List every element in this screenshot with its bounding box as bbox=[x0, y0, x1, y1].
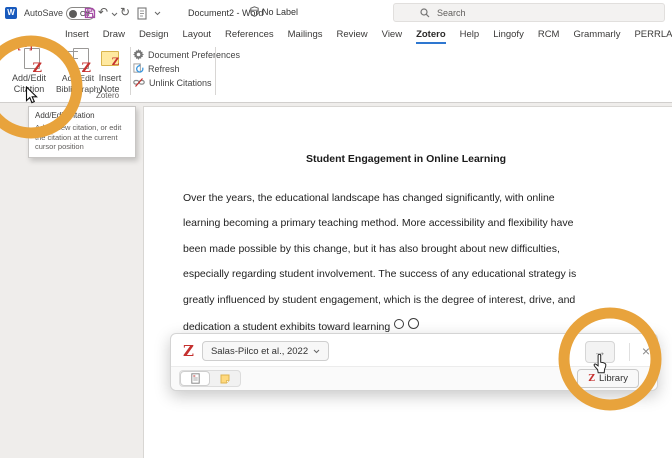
zotero-library-icon: Z bbox=[588, 374, 595, 384]
ribbon-zotero: [-] Z Add/Edit Citation Z Add/Edit Bibli… bbox=[0, 44, 672, 103]
insert-note-label-1: Insert bbox=[92, 73, 128, 84]
citation-dialog-toolbar: Z Library bbox=[171, 366, 657, 390]
ribbon-tab-bar: Insert Draw Design Layout References Mai… bbox=[0, 26, 672, 44]
paragraph-line: Over the years, the educational landscap… bbox=[183, 192, 555, 204]
add-edit-bibliography-icon: Z bbox=[65, 45, 91, 71]
gear-icon bbox=[133, 49, 144, 60]
shield-icon bbox=[250, 6, 259, 17]
citation-bubble-icon bbox=[408, 318, 419, 329]
word-window: W AutoSave Off ↶ ↻ Document2 - Word No L… bbox=[0, 0, 672, 458]
tab-insert[interactable]: Insert bbox=[65, 29, 89, 44]
tab-view[interactable]: View bbox=[382, 29, 402, 44]
document-preferences-button[interactable]: Document Preferences bbox=[133, 48, 240, 61]
tab-perrla[interactable]: PERRLA bbox=[634, 29, 672, 44]
citation-dialog-input-row: Z Salas-Pilco et al., 2022 → × bbox=[171, 334, 657, 368]
redo-icon[interactable]: ↻ bbox=[120, 5, 130, 20]
add-edit-citation-icon: [-] Z bbox=[16, 45, 42, 71]
sensitivity-badge[interactable]: No Label bbox=[250, 6, 298, 17]
undo-dropdown-icon[interactable] bbox=[111, 12, 118, 17]
tab-help[interactable]: Help bbox=[460, 29, 480, 44]
document-heading: Student Engagement in Online Learning bbox=[183, 153, 629, 165]
titlebar: W AutoSave Off ↶ ↻ Document2 - Word No L… bbox=[0, 0, 672, 26]
tab-zotero[interactable]: Zotero bbox=[416, 29, 446, 44]
save-icon[interactable] bbox=[84, 7, 96, 19]
undo-icon[interactable]: ↶ bbox=[98, 5, 108, 20]
search-icon bbox=[420, 8, 430, 18]
tab-mailings[interactable]: Mailings bbox=[288, 29, 323, 44]
zotero-group-label: Zotero bbox=[0, 91, 215, 100]
tooltip-title: Add/Edit Citation bbox=[35, 111, 129, 120]
dialog-divider bbox=[629, 343, 630, 361]
sensitivity-label: No Label bbox=[262, 7, 298, 17]
paragraph-line: learning becoming a primary teaching met… bbox=[183, 217, 573, 229]
tab-layout[interactable]: Layout bbox=[183, 29, 212, 44]
accept-citation-button[interactable]: → bbox=[585, 341, 615, 363]
document-page[interactable]: Student Engagement in Online Learning Ov… bbox=[143, 106, 672, 458]
paragraph-line: been made possible by this change, but i… bbox=[183, 243, 560, 255]
list-view-button[interactable] bbox=[180, 371, 210, 386]
qat-more-icon[interactable] bbox=[154, 11, 161, 16]
paragraph-line: dedication a student exhibits toward lea… bbox=[183, 319, 419, 333]
tab-lingofy[interactable]: Lingofy bbox=[493, 29, 524, 44]
word-app-icon[interactable]: W bbox=[5, 7, 17, 19]
unlink-icon bbox=[133, 77, 145, 88]
note-view-button[interactable] bbox=[210, 371, 240, 386]
ribbon-separator bbox=[130, 47, 131, 95]
close-dialog-button[interactable]: × bbox=[637, 341, 655, 361]
tab-review[interactable]: Review bbox=[337, 29, 368, 44]
unlink-citations-button[interactable]: Unlink Citations bbox=[133, 76, 212, 89]
search-placeholder: Search bbox=[437, 8, 466, 18]
refresh-button[interactable]: Refresh bbox=[133, 62, 180, 75]
add-edit-citation-button[interactable]: [-] Z Add/Edit Citation bbox=[2, 45, 56, 97]
insert-note-icon: Z bbox=[101, 51, 119, 66]
tab-draw[interactable]: Draw bbox=[103, 29, 125, 44]
tab-references[interactable]: References bbox=[225, 29, 274, 44]
citation-bubble-icon bbox=[394, 319, 404, 329]
tab-design[interactable]: Design bbox=[139, 29, 169, 44]
autosave-label: AutoSave bbox=[24, 8, 63, 18]
library-button-label: Library bbox=[599, 373, 628, 384]
unlink-citations-label: Unlink Citations bbox=[149, 78, 212, 88]
document-preferences-label: Document Preferences bbox=[148, 50, 240, 60]
close-icon: × bbox=[642, 343, 650, 359]
chevron-down-icon bbox=[313, 349, 320, 354]
add-edit-citation-label-1: Add/Edit bbox=[2, 73, 56, 84]
tooltip-body: Add a new citation, or edit the citation… bbox=[35, 123, 129, 152]
search-input[interactable]: Search bbox=[393, 3, 665, 22]
tab-rcm[interactable]: RCM bbox=[538, 29, 560, 44]
refresh-label: Refresh bbox=[148, 64, 180, 74]
zotero-citation-dialog: Z Salas-Pilco et al., 2022 → × bbox=[170, 333, 658, 391]
arrow-right-icon: → bbox=[594, 344, 607, 359]
zotero-logo: Z bbox=[183, 342, 194, 360]
insert-note-button[interactable]: Z Insert Note bbox=[92, 45, 128, 97]
paragraph-line: especially regarding student involvement… bbox=[183, 268, 576, 280]
tab-grammarly[interactable]: Grammarly bbox=[573, 29, 620, 44]
document-list-icon bbox=[191, 373, 200, 384]
open-library-button[interactable]: Z Library bbox=[577, 369, 639, 388]
sticky-note-icon bbox=[220, 374, 230, 384]
refresh-icon bbox=[133, 63, 144, 74]
view-mode-switch bbox=[179, 370, 241, 387]
print-preview-icon[interactable] bbox=[137, 7, 148, 20]
paragraph-line: greatly influenced by student engagement… bbox=[183, 294, 575, 306]
paragraph-line-text: dedication a student exhibits toward lea… bbox=[183, 321, 390, 333]
add-edit-citation-tooltip: Add/Edit Citation Add a new citation, or… bbox=[28, 106, 136, 158]
toggle-knob-icon bbox=[69, 10, 77, 18]
citation-chip[interactable]: Salas-Pilco et al., 2022 bbox=[202, 341, 329, 361]
citation-chip-label: Salas-Pilco et al., 2022 bbox=[211, 346, 308, 357]
ribbon-group-separator bbox=[215, 47, 216, 95]
